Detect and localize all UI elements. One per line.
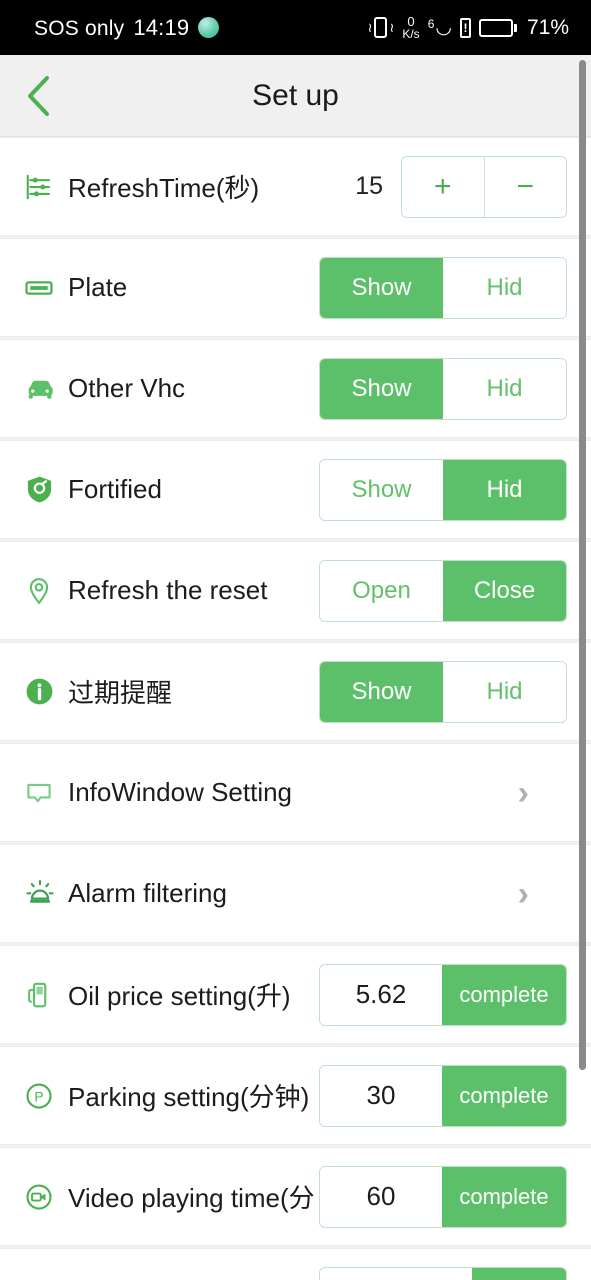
- segment-hid[interactable]: Hid: [443, 459, 566, 520]
- row-control: Show Hid: [319, 357, 567, 420]
- row-control: 60 complete: [319, 1165, 567, 1228]
- parking-complete-button[interactable]: complete: [442, 1065, 566, 1126]
- row-control: 114.215.69.27 complete: [319, 1266, 567, 1280]
- row-control: Show Hid: [319, 458, 567, 521]
- car-icon: [24, 373, 68, 405]
- oil-price-input-group: 5.62 complete: [319, 963, 567, 1026]
- status-bar-right: ≀ ≀ 0 K/s 6 ◡ ! 71%: [368, 15, 569, 40]
- row-plate[interactable]: Plate Show Hid: [0, 238, 591, 337]
- chevron-left-icon: [28, 75, 49, 116]
- row-label: Oil price setting(升): [68, 981, 291, 1011]
- sim-alert-icon: !: [459, 17, 471, 38]
- row-label: Alarm filtering: [68, 878, 227, 908]
- battery-percent-label: 71%: [526, 15, 569, 39]
- oil-price-input[interactable]: 5.62: [320, 964, 442, 1025]
- carrier-label: SOS only: [34, 17, 125, 40]
- segment-show[interactable]: Show: [320, 358, 443, 419]
- browser-icon: [198, 17, 220, 38]
- segment-hid[interactable]: Hid: [443, 661, 566, 722]
- row-control: ›: [518, 877, 567, 911]
- row-infowindow-setting[interactable]: InfoWindow Setting ›: [0, 743, 591, 842]
- row-label: Other Vhc: [68, 373, 186, 403]
- video-time-complete-button[interactable]: complete: [442, 1166, 566, 1227]
- segment-hid[interactable]: Hid: [443, 358, 566, 419]
- video-camera-circle-icon: [24, 1182, 68, 1212]
- row-control: 15 + −: [355, 155, 567, 218]
- fuel-pump-icon: [24, 980, 68, 1010]
- row-alarm-filtering[interactable]: Alarm filtering ›: [0, 844, 591, 943]
- segment-close[interactable]: Close: [443, 560, 566, 621]
- decrement-button[interactable]: −: [483, 156, 567, 217]
- speech-bubble-icon: [24, 778, 68, 808]
- row-expiry-reminder[interactable]: 过期提醒 Show Hid: [0, 642, 591, 741]
- row-label: Plate: [68, 272, 128, 302]
- segment-show[interactable]: Show: [320, 661, 443, 722]
- info-icon: [24, 676, 68, 707]
- data-rate-unit: K/s: [402, 27, 420, 41]
- navigation-bar: Set up: [0, 55, 591, 137]
- refresh-time-stepper: + −: [401, 155, 567, 218]
- row-other-vhc[interactable]: Other Vhc Show Hid: [0, 339, 591, 438]
- row-parking-setting[interactable]: P Parking setting(分钟) 30 complete: [0, 1046, 591, 1145]
- status-bar-left: SOS only 14:19: [34, 14, 220, 41]
- oil-price-complete-button[interactable]: complete: [442, 964, 566, 1025]
- fortified-toggle: Show Hid: [319, 458, 567, 521]
- sliders-icon: [24, 172, 68, 202]
- chevron-right-icon[interactable]: ›: [518, 776, 529, 810]
- vertical-scrollbar[interactable]: [579, 60, 586, 1070]
- row-control: Show Hid: [319, 256, 567, 319]
- row-control: Open Close: [319, 559, 567, 622]
- row-oil-price-setting[interactable]: Oil price setting(升) 5.62 complete: [0, 945, 591, 1044]
- segment-open[interactable]: Open: [320, 560, 443, 621]
- row-refresh-time[interactable]: RefreshTime(秒) 15 + −: [0, 137, 591, 236]
- row-video-server[interactable]: IP Video server 114.215.69.27 complete: [0, 1248, 591, 1280]
- svg-text:P: P: [34, 1089, 43, 1104]
- row-label: Fortified: [68, 474, 162, 504]
- row-control: Show Hid: [319, 660, 567, 723]
- row-refresh-the-reset[interactable]: Refresh the reset Open Close: [0, 541, 591, 640]
- status-bar: SOS only 14:19 ≀ ≀ 0 K/s 6 ◡ ! 71%: [0, 0, 591, 55]
- expiry-reminder-toggle: Show Hid: [319, 660, 567, 723]
- vibrate-icon: ≀ ≀: [368, 17, 394, 38]
- row-control: 5.62 complete: [319, 963, 567, 1026]
- segment-show[interactable]: Show: [320, 459, 443, 520]
- clock-label: 14:19: [133, 15, 190, 40]
- alarm-beacon-icon: [24, 878, 68, 910]
- parking-circle-icon: P: [24, 1081, 68, 1111]
- page-title: Set up: [252, 78, 339, 112]
- video-time-input-group: 60 complete: [319, 1165, 567, 1228]
- chevron-right-icon[interactable]: ›: [518, 877, 529, 911]
- data-rate-indicator: 0 K/s: [402, 15, 419, 40]
- shield-icon: [24, 474, 68, 505]
- battery-icon: [478, 18, 517, 37]
- parking-input-group: 30 complete: [319, 1064, 567, 1127]
- video-time-input[interactable]: 60: [320, 1166, 442, 1227]
- parking-input[interactable]: 30: [320, 1065, 442, 1126]
- row-control: ›: [518, 776, 567, 810]
- app-screen: SOS only 14:19 ≀ ≀ 0 K/s 6 ◡ ! 71% Set u…: [0, 0, 591, 1280]
- increment-button[interactable]: +: [402, 157, 484, 217]
- segment-show[interactable]: Show: [320, 257, 443, 318]
- video-server-input[interactable]: 114.215.69.27: [320, 1267, 472, 1280]
- row-label: RefreshTime(秒): [68, 173, 260, 203]
- row-label: 过期提醒: [68, 678, 173, 708]
- back-button[interactable]: [0, 55, 76, 136]
- row-fortified[interactable]: Fortified Show Hid: [0, 440, 591, 539]
- row-label: InfoWindow Setting: [68, 777, 293, 807]
- segment-hid[interactable]: Hid: [443, 257, 566, 318]
- other-vhc-toggle: Show Hid: [319, 357, 567, 420]
- network-type-label: 6: [427, 17, 435, 31]
- row-video-playing-time[interactable]: Video playing time(分 60 complete: [0, 1147, 591, 1246]
- refresh-time-value: 15: [355, 172, 383, 200]
- map-pin-icon: [24, 576, 68, 606]
- settings-list: RefreshTime(秒) 15 + − Plate Show Hid Oth…: [0, 137, 591, 1280]
- video-server-input-group: 114.215.69.27 complete: [319, 1266, 567, 1280]
- row-control: 30 complete: [319, 1064, 567, 1127]
- refresh-reset-toggle: Open Close: [319, 559, 567, 622]
- video-server-complete-button[interactable]: complete: [471, 1267, 566, 1280]
- row-label: Refresh the reset: [68, 575, 268, 605]
- plate-toggle: Show Hid: [319, 256, 567, 319]
- wifi-icon: 6 ◡: [427, 17, 452, 38]
- license-plate-icon: [24, 273, 68, 303]
